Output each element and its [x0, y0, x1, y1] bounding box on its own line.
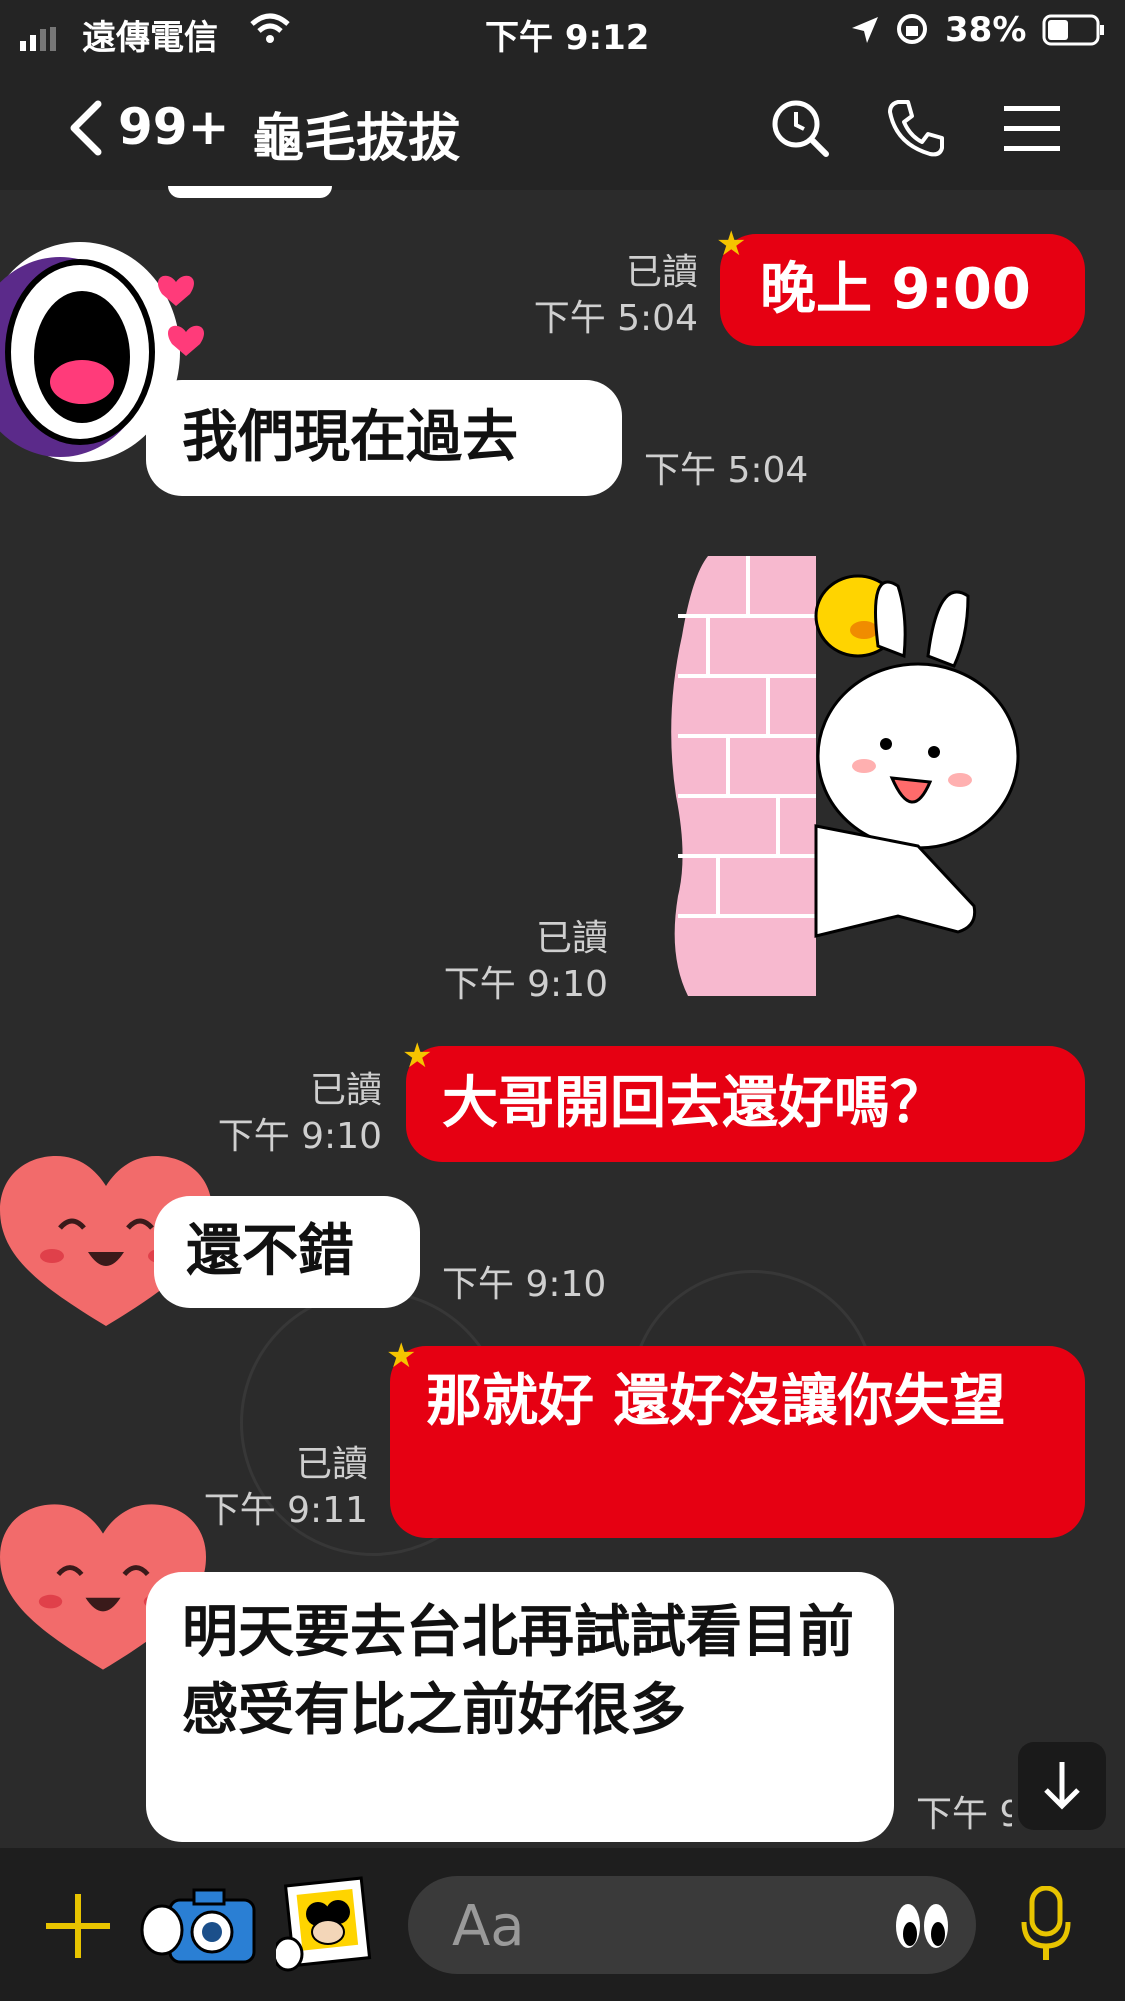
incoming-message-bubble[interactable]: 我們現在過去	[146, 380, 622, 496]
signal-icon	[20, 20, 60, 60]
mic-icon[interactable]	[1020, 1885, 1072, 1970]
incoming-message-bubble[interactable]: 明天要去台北再試試看目前感受有比之前好很多	[146, 1572, 894, 1842]
previous-bubble-edge	[168, 186, 332, 198]
message-time: 下午 9:10	[442, 1264, 607, 1305]
scroll-down-button[interactable]	[1018, 1742, 1106, 1830]
read-status: 已讀	[295, 1444, 368, 1485]
menu-icon[interactable]	[1004, 106, 1060, 156]
back-count[interactable]: 99+	[118, 98, 229, 156]
message-text: 明天要去台北再試試看目前感受有比之前好很多	[182, 1600, 854, 1743]
message-time: 下午 9:11	[916, 1794, 1012, 1835]
rotation-lock-icon	[895, 12, 929, 55]
message-meta: 已讀 下午 5:04	[480, 250, 698, 342]
incoming-message-bubble[interactable]: 還不錯	[154, 1196, 420, 1308]
chat-header: 99+ 龜毛拔拔	[0, 62, 1125, 190]
outgoing-message-bubble[interactable]: 晚上 9:00	[720, 234, 1085, 346]
message-time: 下午 9:10	[443, 964, 608, 1005]
battery-icon	[1042, 14, 1106, 55]
message-time: 下午 5:04	[533, 298, 698, 339]
search-icon[interactable]	[770, 98, 830, 162]
star-icon: ★	[386, 1336, 417, 1376]
message-time: 下午 9:10	[217, 1116, 382, 1157]
emoji-icon[interactable]	[892, 1896, 952, 1960]
message-time: 下午 9:11	[203, 1490, 368, 1531]
outgoing-message-bubble[interactable]: 大哥開回去還好嗎？	[406, 1046, 1085, 1162]
plus-icon[interactable]	[46, 1894, 110, 1962]
input-bar: Aa	[0, 1848, 1125, 2001]
star-icon: ★	[402, 1036, 433, 1076]
location-icon	[850, 14, 880, 54]
message-text: 還不錯	[186, 1219, 354, 1284]
outgoing-message-bubble[interactable]: 那就好 還好沒讓你失望	[390, 1346, 1085, 1538]
sticker-cony-peek[interactable]	[668, 556, 1028, 996]
message-meta: 已讀 下午 9:11	[190, 1442, 368, 1534]
phone-icon[interactable]	[886, 98, 946, 162]
chat-title: 龜毛拔拔	[252, 109, 461, 169]
message-meta: 已讀 下午 9:10	[200, 1068, 382, 1160]
message-text: 晚上 9:00	[760, 257, 1031, 322]
image-icon[interactable]	[272, 1876, 376, 1980]
scroll-down-icon	[1040, 1758, 1084, 1818]
camera-icon[interactable]	[140, 1880, 260, 1974]
read-status: 已讀	[625, 252, 698, 293]
message-text: 我們現在過去	[182, 405, 518, 470]
status-time: 下午 9:12	[485, 18, 650, 58]
read-status: 已讀	[309, 1070, 382, 1111]
input-placeholder: Aa	[452, 1894, 525, 1959]
message-meta: 已讀 下午 9:10	[400, 916, 608, 1008]
wifi-icon	[250, 12, 290, 53]
back-icon[interactable]	[68, 100, 104, 160]
message-text: 大哥開回去還好嗎？	[442, 1071, 946, 1136]
read-status: 已讀	[535, 918, 608, 959]
battery-percent: 38%	[945, 10, 1027, 50]
carrier-label: 遠傳電信	[82, 18, 218, 58]
star-icon: ★	[716, 224, 747, 264]
message-input[interactable]: Aa	[408, 1876, 976, 1974]
message-time: 下午 5:04	[644, 450, 809, 491]
status-bar: 遠傳電信 下午 9:12 38%	[0, 0, 1125, 62]
message-text: 那就好 還好沒讓你失望	[426, 1369, 1006, 1434]
